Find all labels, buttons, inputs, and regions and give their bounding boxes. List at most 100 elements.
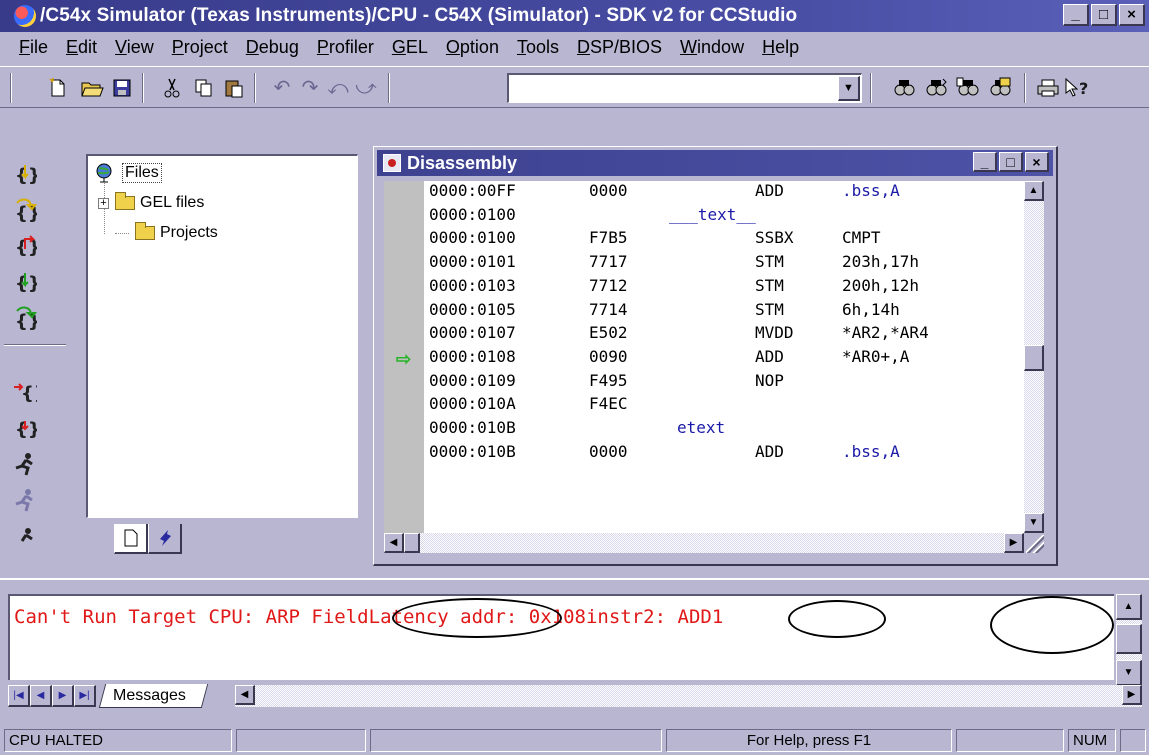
menu-project[interactable]: Project	[163, 37, 237, 58]
menu-edit[interactable]: Edit	[57, 37, 106, 58]
replace-icon[interactable]	[986, 75, 1014, 101]
tree-item-projects[interactable]: Projects	[115, 222, 218, 244]
scroll-left-icon[interactable]: ◀	[384, 533, 404, 553]
opcode: 7714	[589, 299, 628, 319]
find-in-files-icon[interactable]	[954, 75, 982, 101]
address: 0000:010B	[429, 418, 516, 437]
tab-bookmarks[interactable]	[148, 524, 182, 554]
menu-file[interactable]: File	[10, 37, 57, 58]
undo-icon[interactable]: ↶	[268, 75, 296, 101]
cut-icon[interactable]	[158, 75, 186, 101]
prev-tab-icon[interactable]: ◀	[30, 685, 52, 707]
horizontal-scrollbar[interactable]: ◀ ▶	[384, 533, 1024, 553]
menu-help[interactable]: Help	[753, 37, 808, 58]
minimize-button[interactable]: _	[1063, 4, 1089, 26]
file-tree[interactable]: Files + GEL files Projects	[86, 154, 358, 518]
find-icon[interactable]	[890, 75, 918, 101]
find-next-icon[interactable]	[922, 75, 950, 101]
disassembly-title-bar[interactable]: Disassembly _ □ ×	[377, 150, 1053, 176]
message-part: instr2	[585, 606, 655, 628]
run-to-cursor-icon[interactable]: {}	[10, 304, 40, 332]
scroll-right-icon[interactable]: ▶	[1004, 533, 1024, 553]
print-icon[interactable]	[1034, 75, 1062, 101]
menu-label-rest: dit	[78, 36, 98, 57]
step-over-icon[interactable]: {}	[10, 196, 40, 224]
menu-debug[interactable]: Debug	[237, 37, 308, 58]
first-tab-icon[interactable]: |◀	[8, 685, 30, 707]
menu-accelerator: T	[516, 36, 526, 57]
menu-bar: File Edit View Project Debug Profiler GE…	[0, 32, 1149, 62]
scroll-up-icon[interactable]: ▲	[1116, 594, 1142, 620]
scroll-right-icon[interactable]: ▶	[1122, 685, 1142, 705]
operands: *AR0+,A	[842, 346, 910, 366]
copy-icon[interactable]	[190, 75, 218, 101]
tab-messages[interactable]: Messages	[98, 684, 209, 708]
title-bar[interactable]: /C54x Simulator (Texas Instruments)/CPU …	[0, 0, 1149, 32]
toolbar-separator	[4, 344, 66, 346]
open-folder-icon[interactable]	[78, 75, 106, 101]
paste-icon[interactable]	[220, 75, 248, 101]
search-combo[interactable]: ▼	[507, 73, 862, 103]
project-view: Files + GEL files Projects	[72, 146, 368, 576]
menu-window[interactable]: Window	[671, 37, 753, 58]
resize-grip-icon[interactable]	[1026, 535, 1044, 553]
new-file-icon[interactable]	[44, 75, 72, 101]
undo-edit-icon[interactable]: ⤺	[324, 75, 352, 101]
halt-icon[interactable]	[10, 486, 40, 514]
menu-tools[interactable]: Tools	[508, 37, 568, 58]
breakpoint-gutter[interactable]: ⇨	[384, 181, 424, 549]
close-button[interactable]: ×	[1025, 152, 1049, 172]
address: 0000:0109	[429, 370, 516, 390]
folder-icon	[115, 192, 135, 210]
address: 0000:0107	[429, 323, 516, 343]
run-icon[interactable]: {}	[10, 268, 40, 296]
status-panel-empty	[1120, 729, 1146, 752]
step-out-icon[interactable]: {}	[10, 232, 40, 260]
menu-option[interactable]: Option	[437, 37, 508, 58]
menu-accelerator: P	[316, 36, 329, 57]
menu-accelerator: P	[171, 36, 184, 57]
next-tab-icon[interactable]: ▶	[52, 685, 74, 707]
scroll-thumb[interactable]	[1024, 345, 1044, 371]
opcode: 7712	[589, 275, 628, 295]
scroll-up-icon[interactable]: ▲	[1024, 181, 1044, 201]
message-log[interactable]: Can't Run Target CPU: ARP FieldLatency a…	[8, 594, 1114, 680]
expand-icon[interactable]: +	[98, 197, 109, 209]
disassembly-listing[interactable]: 0000:00FF 0000 ADD .bss,A 0000:0100 ___text__…	[424, 181, 1024, 533]
tree-root-files[interactable]: Files	[94, 162, 162, 184]
save-icon[interactable]	[108, 75, 136, 101]
set-pc-icon[interactable]: {}	[10, 378, 40, 406]
last-tab-icon[interactable]: ▶|	[74, 685, 96, 707]
close-button[interactable]: ×	[1119, 4, 1145, 26]
menu-label-rest: ebug	[258, 36, 299, 57]
redo-icon[interactable]: ↷	[296, 75, 324, 101]
scroll-down-icon[interactable]: ▼	[1024, 513, 1044, 533]
status-panel-empty	[956, 729, 1064, 752]
menu-dsp-bios[interactable]: DSP/BIOS	[568, 37, 671, 58]
address: 0000:0105	[429, 299, 516, 319]
menu-view[interactable]: View	[106, 37, 163, 58]
maximize-button[interactable]: □	[999, 152, 1023, 172]
maximize-button[interactable]: □	[1091, 4, 1117, 26]
minimize-button[interactable]: _	[973, 152, 997, 172]
animate-icon[interactable]	[10, 522, 40, 542]
context-help-icon[interactable]: ?	[1064, 75, 1092, 101]
tab-file-view[interactable]	[114, 524, 148, 554]
scroll-thumb[interactable]	[1116, 624, 1142, 654]
message-horizontal-scrollbar[interactable]: ◀ ▶	[234, 685, 1142, 707]
scroll-left-icon[interactable]: ◀	[234, 685, 255, 705]
tree-root-label: Files	[122, 163, 162, 183]
scroll-thumb[interactable]	[404, 533, 420, 553]
step-into-icon[interactable]: {}	[10, 160, 40, 188]
vertical-scrollbar[interactable]: ▲ ▼	[1024, 181, 1044, 533]
message-vertical-scrollbar[interactable]: ▲ ▼	[1116, 594, 1142, 686]
redo-edit-icon[interactable]: ⤻	[352, 75, 380, 101]
window-title: /C54x Simulator (Texas Instruments)/CPU …	[40, 5, 798, 26]
tree-item-gel-files[interactable]: + GEL files	[98, 192, 204, 214]
toggle-breakpoint-icon[interactable]: {}	[10, 414, 40, 442]
menu-gel[interactable]: GEL	[383, 37, 437, 58]
app-icon[interactable]	[14, 5, 36, 27]
menu-profiler[interactable]: Profiler	[308, 37, 383, 58]
chevron-down-icon[interactable]: ▼	[838, 76, 860, 101]
run-free-icon[interactable]	[10, 450, 40, 478]
